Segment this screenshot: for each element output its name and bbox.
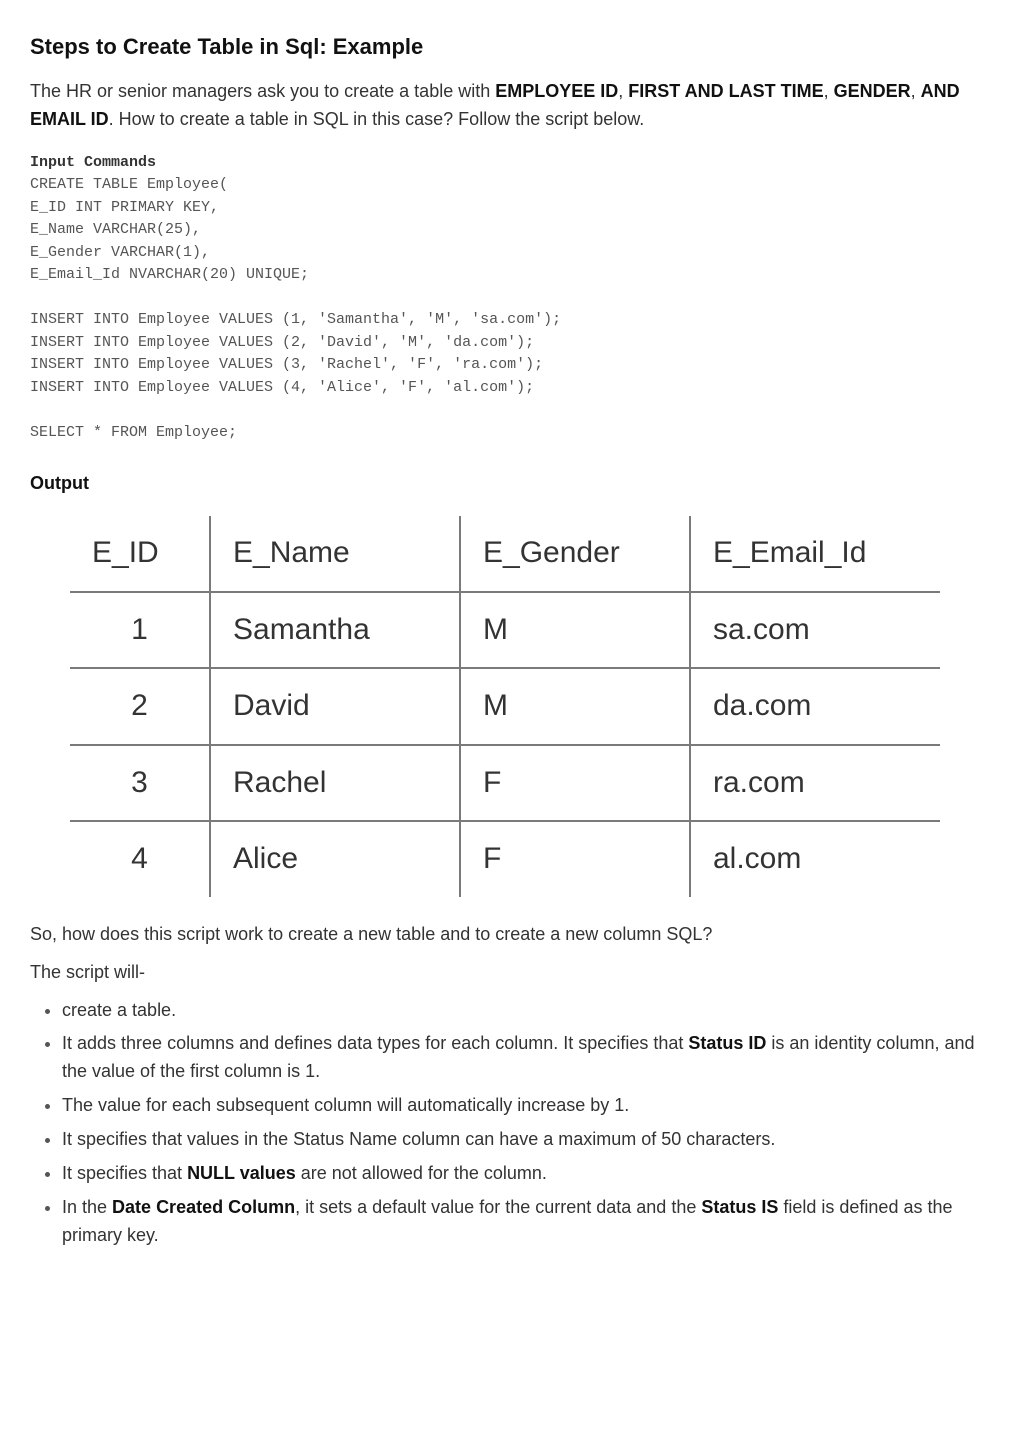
null-values-strong: NULL values — [187, 1163, 296, 1183]
cell-email: ra.com — [690, 745, 940, 822]
cell-name: Samantha — [210, 592, 460, 669]
list-item: In the Date Created Column, it sets a de… — [62, 1194, 994, 1250]
cell-email: al.com — [690, 821, 940, 897]
list-item: It specifies that NULL values are not al… — [62, 1160, 994, 1188]
script-will-paragraph: The script will- — [30, 959, 994, 987]
cell-id: 2 — [70, 668, 210, 745]
cell-gender: M — [460, 592, 690, 669]
table-row: 4 Alice F al.com — [70, 821, 940, 897]
col-e-email: E_Email_Id — [690, 516, 940, 592]
cell-name: David — [210, 668, 460, 745]
cell-id: 1 — [70, 592, 210, 669]
cell-email: sa.com — [690, 592, 940, 669]
cell-name: Alice — [210, 821, 460, 897]
date-created-strong: Date Created Column — [112, 1197, 295, 1217]
code-header: Input Commands — [30, 154, 156, 171]
col-e-id: E_ID — [70, 516, 210, 592]
gender-strong: GENDER — [834, 81, 911, 101]
emp-id-strong: EMPLOYEE ID — [495, 81, 618, 101]
intro-sep: , — [824, 81, 834, 101]
table-row: 2 David M da.com — [70, 668, 940, 745]
li-pre: It specifies that — [62, 1163, 187, 1183]
li-pre: In the — [62, 1197, 112, 1217]
status-id-strong: Status ID — [688, 1033, 766, 1053]
after-table-paragraph: So, how does this script work to create … — [30, 921, 994, 949]
li-pre: It adds three columns and defines data t… — [62, 1033, 688, 1053]
table-row: 1 Samantha M sa.com — [70, 592, 940, 669]
page-title: Steps to Create Table in Sql: Example — [30, 30, 994, 64]
li-post: are not allowed for the column. — [296, 1163, 547, 1183]
cell-gender: F — [460, 745, 690, 822]
intro-sep: , — [618, 81, 628, 101]
list-item: create a table. — [62, 997, 994, 1025]
code-body: CREATE TABLE Employee( E_ID INT PRIMARY … — [30, 176, 561, 441]
intro-post: . How to create a table in SQL in this c… — [109, 109, 645, 129]
cell-id: 4 — [70, 821, 210, 897]
bullet-list: create a table. It adds three columns an… — [32, 997, 994, 1250]
list-item: The value for each subsequent column wil… — [62, 1092, 994, 1120]
output-table: E_ID E_Name E_Gender E_Email_Id 1 Samant… — [70, 516, 940, 897]
cell-id: 3 — [70, 745, 210, 822]
cell-gender: M — [460, 668, 690, 745]
first-last-strong: FIRST AND LAST TIME — [628, 81, 823, 101]
col-e-name: E_Name — [210, 516, 460, 592]
table-row: 3 Rachel F ra.com — [70, 745, 940, 822]
cell-name: Rachel — [210, 745, 460, 822]
list-item: It specifies that values in the Status N… — [62, 1126, 994, 1154]
cell-gender: F — [460, 821, 690, 897]
code-block: Input Commands CREATE TABLE Employee( E_… — [30, 152, 994, 445]
list-item: It adds three columns and defines data t… — [62, 1030, 994, 1086]
li-mid: , it sets a default value for the curren… — [295, 1197, 701, 1217]
intro-sep: , — [911, 81, 921, 101]
output-label: Output — [30, 470, 994, 498]
col-e-gender: E_Gender — [460, 516, 690, 592]
table-header-row: E_ID E_Name E_Gender E_Email_Id — [70, 516, 940, 592]
cell-email: da.com — [690, 668, 940, 745]
intro-paragraph: The HR or senior managers ask you to cre… — [30, 78, 994, 134]
intro-text: The HR or senior managers ask you to cre… — [30, 81, 495, 101]
status-is-strong: Status IS — [701, 1197, 778, 1217]
